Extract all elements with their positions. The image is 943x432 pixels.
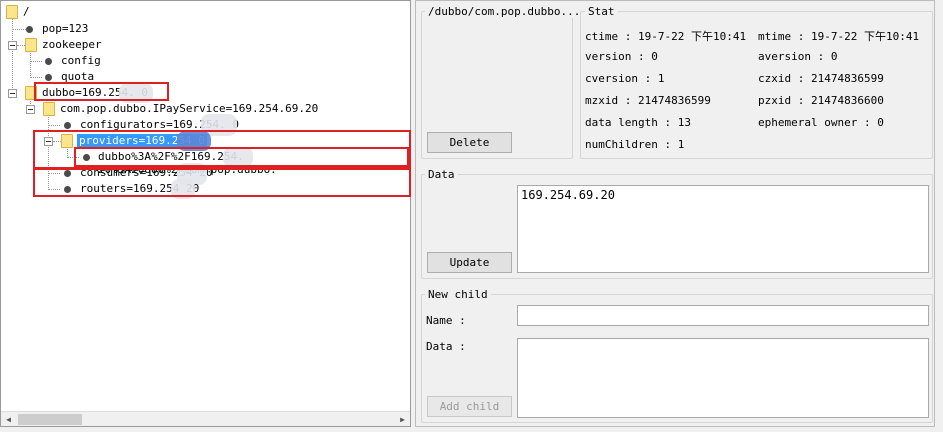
stat-title: Stat bbox=[585, 5, 618, 18]
stat-aversion: aversion : 0 bbox=[758, 50, 838, 63]
stat-czxid: czxid : 21474836599 bbox=[758, 72, 884, 85]
horizontal-scrollbar[interactable]: ◀ ▶ bbox=[1, 411, 410, 426]
node-detail-panel: /dubbo/com.pop.dubbo... Delete Stat ctim… bbox=[415, 0, 935, 427]
node-path: /dubbo/com.pop.dubbo... bbox=[425, 5, 584, 18]
leaf-node-icon bbox=[64, 122, 71, 129]
tree-node-root[interactable]: / bbox=[23, 5, 30, 18]
window-edge bbox=[937, 0, 943, 432]
tree-node-config[interactable]: config bbox=[61, 54, 101, 67]
collapse-toggle-icon[interactable] bbox=[26, 105, 35, 114]
highlight-box bbox=[74, 147, 409, 167]
stat-mtime: mtime : 19-7-22 下午10:41 bbox=[758, 30, 920, 43]
tree-connector bbox=[30, 61, 42, 62]
znode-tree[interactable]: / pop=123 zookeeper config quota dubbo=1… bbox=[0, 0, 411, 427]
collapse-toggle-icon[interactable] bbox=[8, 89, 17, 98]
child-data-textarea[interactable] bbox=[517, 338, 929, 418]
delete-button[interactable]: Delete bbox=[427, 132, 512, 153]
stat-ephemeral-owner: ephemeral owner : 0 bbox=[758, 116, 884, 129]
scroll-left-icon[interactable]: ◀ bbox=[1, 413, 16, 426]
stat-mzxid: mzxid : 21474836599 bbox=[585, 94, 711, 107]
folder-icon bbox=[6, 5, 18, 19]
update-button[interactable]: Update bbox=[427, 252, 512, 273]
leaf-node-icon bbox=[45, 58, 52, 65]
tree-node-pop[interactable]: pop=123 bbox=[42, 22, 88, 35]
data-textarea[interactable]: 169.254.69.20 bbox=[517, 185, 929, 273]
tree-connector bbox=[30, 51, 31, 78]
scroll-right-icon[interactable]: ▶ bbox=[395, 413, 410, 426]
data-title: Data bbox=[425, 168, 458, 181]
tree-node-zookeeper[interactable]: zookeeper bbox=[42, 38, 102, 51]
tree-connector bbox=[12, 29, 26, 30]
new-child-title: New child bbox=[425, 288, 491, 301]
stat-pzxid: pzxid : 21474836600 bbox=[758, 94, 884, 107]
name-input[interactable] bbox=[517, 305, 929, 326]
data-label: Data : bbox=[426, 340, 466, 353]
tree-node-service[interactable]: com.pop.dubbo.IPayService=169.254.69.20 bbox=[60, 102, 318, 115]
collapse-toggle-icon[interactable] bbox=[8, 41, 17, 50]
highlight-box bbox=[33, 168, 411, 197]
stat-cversion: cversion : 1 bbox=[585, 72, 665, 85]
add-child-button[interactable]: Add child bbox=[427, 396, 512, 417]
scrollbar-thumb[interactable] bbox=[18, 414, 82, 425]
name-label: Name : bbox=[426, 314, 466, 327]
folder-icon bbox=[43, 102, 55, 116]
stat-version: version : 0 bbox=[585, 50, 658, 63]
tree-connector bbox=[30, 77, 42, 78]
stat-ctime: ctime : 19-7-22 下午10:41 bbox=[585, 30, 747, 43]
folder-icon bbox=[25, 38, 37, 52]
leaf-node-icon bbox=[45, 74, 52, 81]
highlight-box bbox=[34, 82, 169, 101]
leaf-node-icon bbox=[26, 26, 33, 33]
tree-connector bbox=[48, 125, 60, 126]
stat-num-children: numChildren : 1 bbox=[585, 138, 685, 151]
stat-data-length: data length : 13 bbox=[585, 116, 691, 129]
